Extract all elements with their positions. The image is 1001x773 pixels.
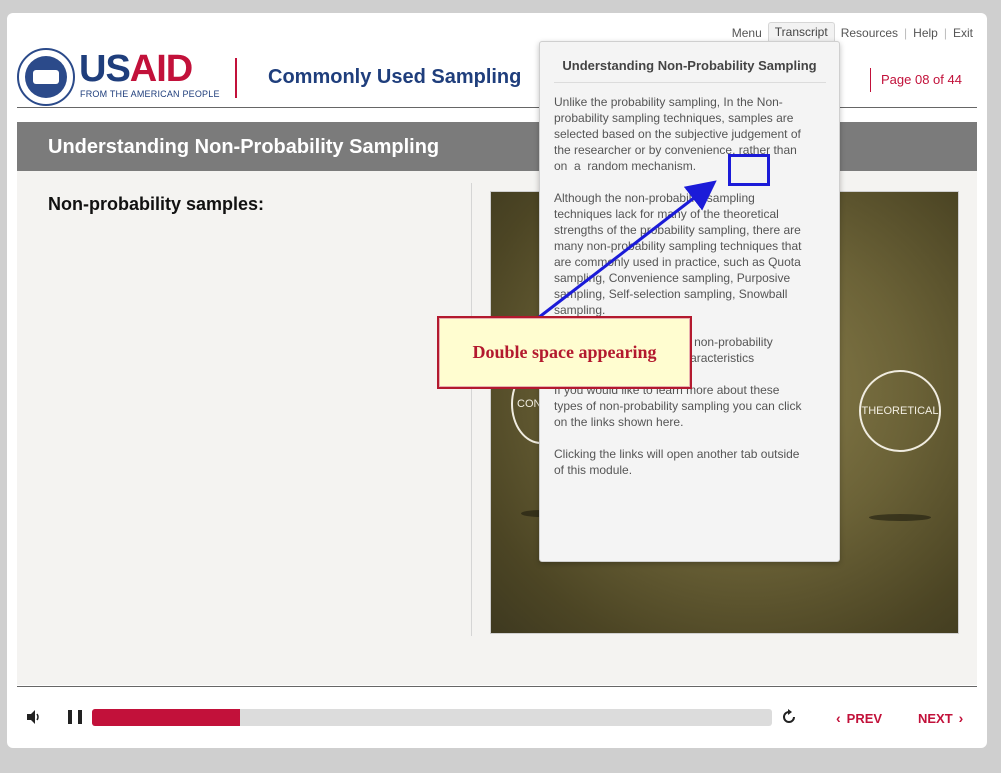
subheading: Non-probability samples: (48, 194, 265, 214)
course-title: Commonly Used Sampling (268, 66, 522, 88)
chevron-left-icon: ‹ (836, 710, 841, 726)
transcript-panel: Understanding Non-Probability Sampling U… (539, 41, 840, 562)
theoretical-label: THEORETICAL (861, 405, 939, 417)
header-divider (235, 58, 237, 98)
chevron-right-icon: › (958, 710, 964, 726)
transcript-title: Understanding Non-Probability Sampling (562, 58, 817, 73)
progress-fill (92, 709, 241, 726)
next-button[interactable]: NEXT › (918, 710, 963, 726)
prev-label: PREV (846, 710, 883, 726)
theoretical-bubble[interactable]: THEORETICAL (859, 370, 941, 452)
column-divider (471, 183, 472, 636)
top-nav: Menu Transcript Resources | Help | Exit (726, 22, 979, 43)
bubble-shadow (869, 514, 931, 521)
section-title: Understanding Non-Probability Sampling (48, 136, 440, 158)
menu-link[interactable]: Menu (726, 24, 768, 42)
transcript-paragraph: If you would like to learn more about th… (554, 383, 805, 429)
logo-aid-text: AID (129, 48, 193, 90)
replay-icon[interactable] (780, 708, 798, 726)
logo-us-text: US (79, 48, 131, 90)
next-label: NEXT (918, 710, 953, 726)
volume-icon[interactable] (26, 709, 42, 725)
transcript-divider (554, 82, 826, 83)
logo-tagline: FROM THE AMERICAN PEOPLE (80, 89, 220, 99)
usaid-logo: USAID (79, 48, 193, 90)
resources-link[interactable]: Resources (835, 24, 904, 42)
double-space-highlight (728, 154, 770, 186)
transcript-paragraph: Although the non-probability sampling te… (554, 191, 805, 317)
annotation-callout: Double space appearing (437, 316, 692, 389)
footer-rule (17, 686, 977, 687)
usaid-seal-icon (17, 48, 75, 106)
transcript-paragraph: Clicking the links will open another tab… (554, 447, 803, 477)
transcript-tab[interactable]: Transcript (767, 22, 835, 43)
page-counter: Page 08 of 44 (870, 68, 962, 92)
prev-button[interactable]: ‹ PREV (836, 710, 882, 726)
progress-bar[interactable] (92, 709, 772, 726)
callout-text: Double space appearing (472, 342, 657, 362)
exit-link[interactable]: Exit (947, 24, 979, 42)
pause-icon[interactable] (68, 710, 82, 724)
help-link[interactable]: Help (907, 24, 944, 42)
